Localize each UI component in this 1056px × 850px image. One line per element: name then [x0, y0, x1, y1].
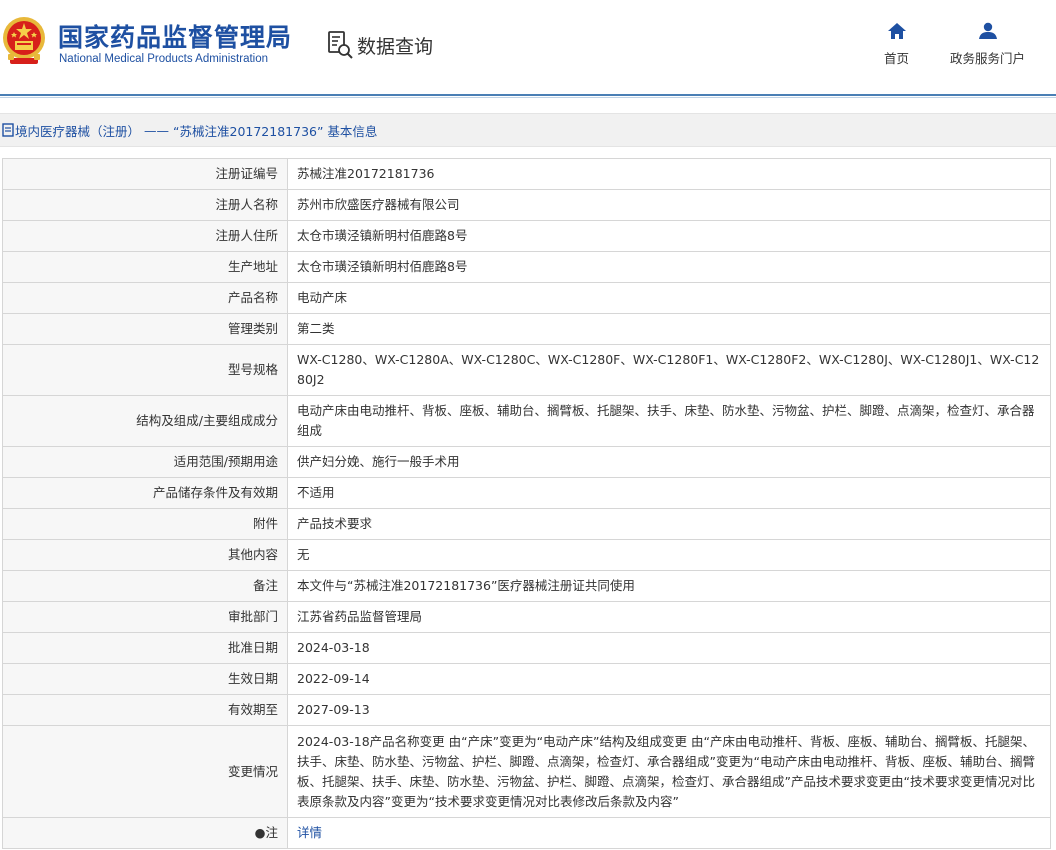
field-label: 其他内容 — [2, 539, 288, 571]
field-label: 型号规格 — [2, 344, 288, 396]
field-label: 注册证编号 — [2, 158, 288, 190]
breadcrumb-separator: —— — [144, 122, 170, 138]
table-row: 型号规格 WX-C1280、WX-C1280A、WX-C1280C、WX-C128… — [2, 344, 1051, 396]
field-label: 适用范围/预期用途 — [2, 446, 288, 478]
field-label: 结构及组成/主要组成成分 — [2, 395, 288, 447]
table-row: 注册人名称 苏州市欣盛医疗器械有限公司 — [2, 189, 1051, 221]
brand-name-en: National Medical Products Administration — [59, 53, 269, 65]
document-search-icon — [328, 31, 353, 59]
table-row: 审批部门 江苏省药品监督管理局 — [2, 601, 1051, 633]
field-label: 生效日期 — [2, 663, 288, 695]
field-value: 2022-09-14 — [287, 663, 1051, 695]
field-value: 电动产床 — [287, 282, 1051, 314]
header-divider — [0, 94, 1056, 96]
table-row: 产品名称 电动产床 — [2, 282, 1051, 314]
table-row: 产品储存条件及有效期 不适用 — [2, 477, 1051, 509]
table-row: 管理类别 第二类 — [2, 313, 1051, 345]
field-label: 生产地址 — [2, 251, 288, 283]
field-value: 第二类 — [287, 313, 1051, 345]
site-header: 国家药品监督管理局 National Medical Products Admi… — [0, 0, 1056, 92]
breadcrumb: 境内医疗器械（注册） —— “苏械注准20172181736” 基本信息 — [0, 113, 1056, 147]
nav-home[interactable]: 首页 — [884, 22, 909, 67]
field-label: 产品名称 — [2, 282, 288, 314]
document-icon — [2, 123, 14, 137]
details-link[interactable]: 详情 — [297, 825, 322, 840]
table-row: 有效期至 2027-09-13 — [2, 694, 1051, 726]
table-row: 注册人住所 太仓市璜泾镇新明村佰鹿路8号 — [2, 220, 1051, 252]
field-label: 产品储存条件及有效期 — [2, 477, 288, 509]
table-row: 备注 本文件与“苏械注准20172181736”医疗器械注册证共同使用 — [2, 570, 1051, 602]
field-value: 本文件与“苏械注准20172181736”医疗器械注册证共同使用 — [287, 570, 1051, 602]
table-row: ●注 详情 — [2, 817, 1051, 849]
user-icon — [978, 22, 997, 39]
field-label: 注册人住所 — [2, 220, 288, 252]
field-value: 供产妇分娩、施行一般手术用 — [287, 446, 1051, 478]
breadcrumb-current-title: “苏械注准20172181736” 基本信息 — [173, 123, 378, 139]
field-label: ●注 — [2, 817, 288, 849]
field-value: 2027-09-13 — [287, 694, 1051, 726]
note-label: 注 — [265, 825, 278, 840]
table-row: 生产地址 太仓市璜泾镇新明村佰鹿路8号 — [2, 251, 1051, 283]
field-value: 苏州市欣盛医疗器械有限公司 — [287, 189, 1051, 221]
field-value: 电动产床由电动推杆、背板、座板、辅助台、搁臂板、托腿架、扶手、床垫、防水垫、污物… — [287, 395, 1051, 447]
field-value: 太仓市璜泾镇新明村佰鹿路8号 — [287, 251, 1051, 283]
header-divider-light — [0, 97, 1056, 98]
field-value: 不适用 — [287, 477, 1051, 509]
field-label: 注册人名称 — [2, 189, 288, 221]
table-row: 附件 产品技术要求 — [2, 508, 1051, 540]
nav-service-portal-label: 政务服务门户 — [950, 51, 1026, 66]
field-label: 管理类别 — [2, 313, 288, 345]
field-value: 产品技术要求 — [287, 508, 1051, 540]
field-label: 备注 — [2, 570, 288, 602]
table-row: 生效日期 2022-09-14 — [2, 663, 1051, 695]
field-value: WX-C1280、WX-C1280A、WX-C1280C、WX-C1280F、W… — [287, 344, 1051, 396]
data-query-label: 数据查询 — [357, 35, 434, 58]
table-row: 变更情况 2024-03-18产品名称变更 由“产床”变更为“电动产床”结构及组成… — [2, 725, 1051, 818]
data-query-title: 数据查询 — [327, 30, 433, 60]
table-row: 适用范围/预期用途 供产妇分娩、施行一般手术用 — [2, 446, 1051, 478]
national-emblem-icon — [3, 17, 45, 64]
field-label: 附件 — [2, 508, 288, 540]
field-value: 苏械注准20172181736 — [287, 158, 1051, 190]
field-value: 详情 — [287, 817, 1051, 849]
home-icon — [887, 23, 906, 39]
table-row: 批准日期 2024-03-18 — [2, 632, 1051, 664]
field-label: 有效期至 — [2, 694, 288, 726]
note-marker-icon: ● — [254, 825, 266, 840]
field-label: 变更情况 — [2, 725, 288, 818]
brand-name-cn: 国家药品监督管理局 — [58, 23, 293, 52]
field-value: 2024-03-18 — [287, 632, 1051, 664]
field-label: 批准日期 — [2, 632, 288, 664]
table-row: 其他内容无 — [2, 539, 1051, 571]
field-label: 审批部门 — [2, 601, 288, 633]
table-row: 结构及组成/主要组成成分 电动产床由电动推杆、背板、座板、辅助台、搁臂板、托腿架、… — [2, 395, 1051, 447]
registration-info-table: 注册证编号 苏械注准20172181736 注册人名称 苏州市欣盛医疗器械有限公司 … — [2, 158, 1051, 849]
nav-home-label: 首页 — [884, 51, 910, 66]
nav-service-portal[interactable]: 政务服务门户 — [950, 22, 1025, 67]
field-value: 无 — [287, 539, 1051, 571]
field-value: 江苏省药品监督管理局 — [287, 601, 1051, 633]
breadcrumb-category-link[interactable]: 境内医疗器械（注册） — [15, 121, 140, 140]
field-value: 太仓市璜泾镇新明村佰鹿路8号 — [287, 220, 1051, 252]
table-row: 注册证编号 苏械注准20172181736 — [2, 158, 1051, 190]
field-value: 2024-03-18产品名称变更 由“产床”变更为“电动产床”结构及组成变更 由… — [287, 725, 1051, 818]
